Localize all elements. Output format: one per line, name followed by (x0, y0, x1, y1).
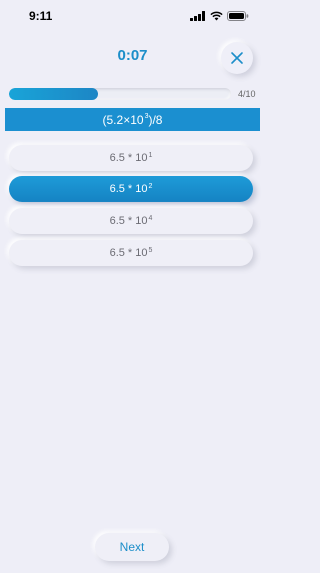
question-suffix: )/8 (148, 112, 163, 127)
answer-exponent: 2 (148, 183, 153, 190)
answer-exponent: 1 (148, 152, 153, 159)
answer-option-label: 6.5 * 10 2 (110, 183, 153, 195)
signal-icon (190, 11, 205, 21)
progress-text: 4/10 (238, 89, 256, 99)
answer-base: 6.5 * 10 (109, 215, 148, 227)
answer-base: 6.5 * 10 (109, 152, 148, 164)
status-bar: 9:11 (0, 0, 265, 32)
answer-exponent: 5 (148, 247, 153, 254)
question-prefix: (5.2×10 (102, 112, 144, 127)
question-banner: (5.2×10 3)/8 (5, 108, 260, 131)
answer-option-4[interactable]: 6.5 * 10 5 (9, 240, 253, 266)
answer-base: 6.5 * 10 (109, 183, 148, 195)
next-button[interactable]: Next (95, 533, 169, 561)
close-icon (231, 52, 243, 64)
answer-base: 6.5 * 10 (109, 247, 148, 259)
status-icons (190, 11, 249, 21)
wifi-icon (210, 11, 223, 21)
answer-option-label: 6.5 * 10 4 (110, 215, 153, 227)
close-button[interactable] (221, 42, 253, 74)
answer-option-label: 6.5 * 10 1 (110, 152, 153, 164)
question-text: (5.2×10 3)/8 (103, 113, 163, 127)
answer-option-2[interactable]: 6.5 * 10 2 (9, 176, 253, 202)
answer-exponent: 4 (148, 215, 153, 222)
status-time: 9:11 (29, 9, 53, 23)
answer-option-1[interactable]: 6.5 * 10 1 (9, 145, 253, 171)
progress-bar (9, 88, 231, 100)
answer-option-label: 6.5 * 10 5 (110, 247, 153, 259)
battery-icon (227, 11, 249, 21)
progress-fill (9, 88, 98, 100)
answer-option-3[interactable]: 6.5 * 10 4 (9, 208, 253, 234)
